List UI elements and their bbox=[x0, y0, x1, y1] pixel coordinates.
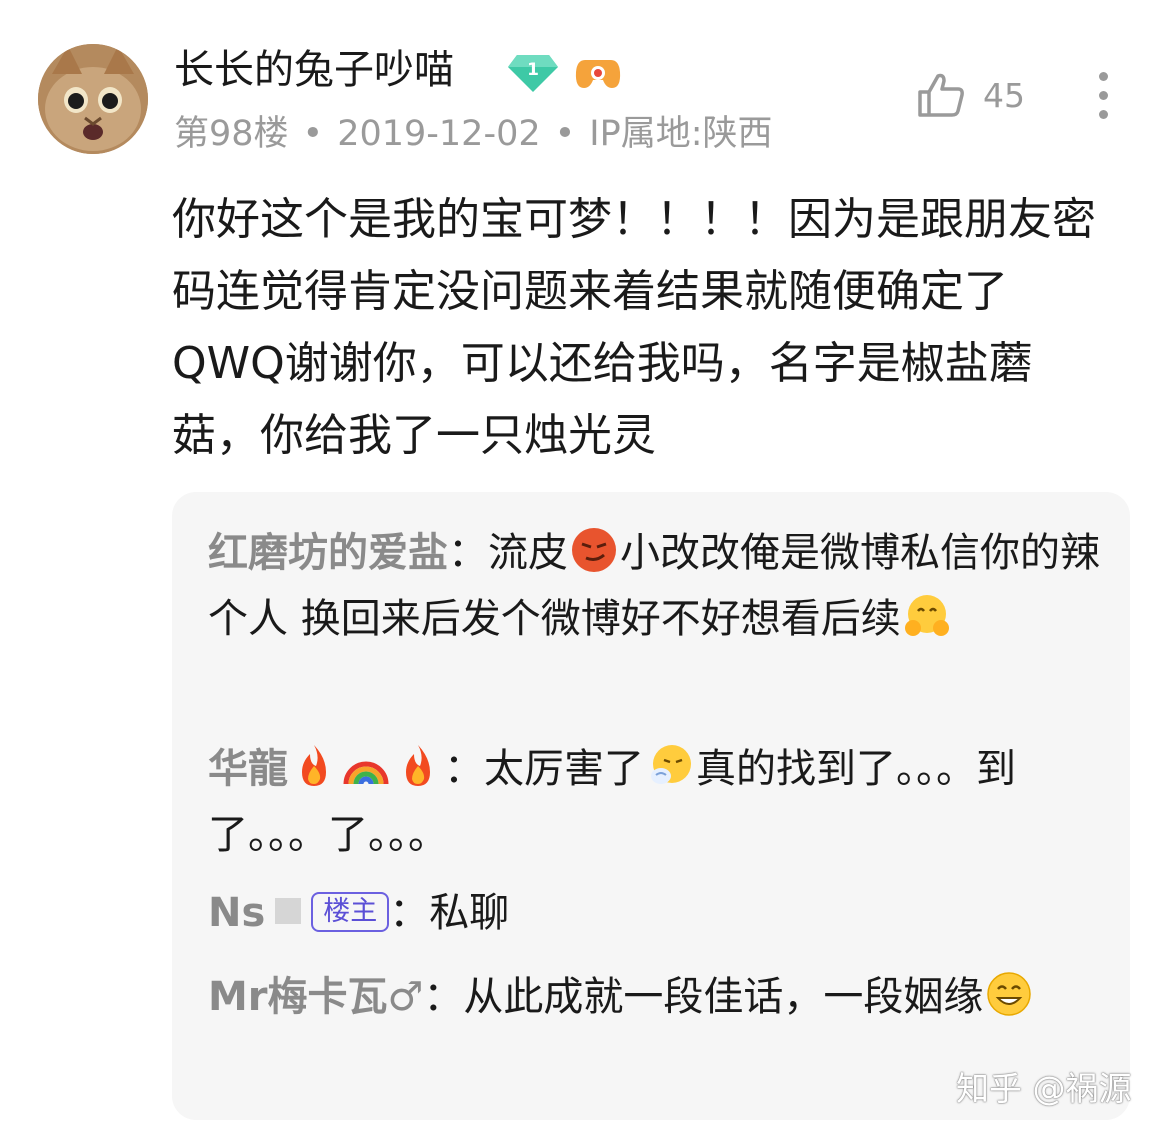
user-badge-placeholder bbox=[275, 898, 302, 924]
like-count: 45 bbox=[983, 75, 1025, 115]
reply-item[interactable]: 华龍 ：太厉害了 真的找到了。。。到了。。。了。。。 bbox=[208, 736, 1108, 868]
op-tag: 楼主 bbox=[311, 892, 390, 932]
reply-text: 私聊 bbox=[429, 890, 510, 936]
reply-item[interactable]: Ns 楼主 ：私聊 bbox=[208, 880, 1108, 946]
reply-author[interactable]: 华龍 bbox=[208, 746, 288, 792]
reply-item[interactable]: 红磨坊的爱盐：流皮 小改改俺是微博私信你的辣个人 换回来后发个微博好不好想看后续 bbox=[208, 520, 1108, 652]
user-badges: 1 bbox=[507, 48, 621, 98]
post-content: 你好这个是我的宝可梦！！！！因为是跟朋友密码连觉得肯定没问题来着结果就随便确定了… bbox=[172, 194, 1096, 461]
reply-text: 从此成就一段佳话，一段姻缘 bbox=[463, 974, 984, 1020]
avatar[interactable] bbox=[38, 44, 148, 154]
ip-location: IP属地:陕西 bbox=[589, 114, 773, 154]
reply-item[interactable]: Mr梅卡瓦♂：从此成就一段佳话，一段姻缘 bbox=[208, 964, 1108, 1030]
rainbow-emoji-icon bbox=[343, 761, 389, 785]
reply-author[interactable]: Ns bbox=[208, 890, 265, 936]
fire-emoji-icon bbox=[302, 745, 326, 786]
username[interactable]: 长长的兔子吵喵 bbox=[174, 42, 454, 98]
reply-author[interactable]: Mr梅卡瓦♂ bbox=[208, 974, 423, 1020]
gamepad-icon[interactable] bbox=[575, 54, 621, 92]
post-date: 2019-12-02 bbox=[337, 114, 541, 154]
smirk-emoji-icon bbox=[572, 528, 616, 572]
floor-number: 第98楼 bbox=[174, 114, 289, 154]
sneeze-emoji-icon bbox=[651, 745, 691, 784]
more-options-icon[interactable] bbox=[1088, 72, 1118, 126]
post-meta: 第98楼 • 2019-12-02 • IP属地:陕西 bbox=[174, 114, 773, 154]
reply-text: 太厉害了 bbox=[484, 746, 644, 792]
reply-text: 流皮 bbox=[488, 530, 568, 576]
cat-avatar-image bbox=[38, 44, 148, 154]
like-button[interactable]: 45 bbox=[917, 72, 1025, 118]
fire-emoji-icon bbox=[406, 745, 430, 786]
badge-level: 1 bbox=[527, 60, 539, 80]
level-diamond-icon[interactable]: 1 bbox=[507, 53, 559, 93]
hug-emoji-icon bbox=[904, 595, 949, 636]
thumbs-up-icon bbox=[918, 73, 964, 117]
watermark: 知乎 @祸源 bbox=[956, 1069, 1132, 1108]
reply-author[interactable]: 红磨坊的爱盐 bbox=[208, 530, 448, 576]
grin-emoji-icon bbox=[987, 972, 1032, 1016]
